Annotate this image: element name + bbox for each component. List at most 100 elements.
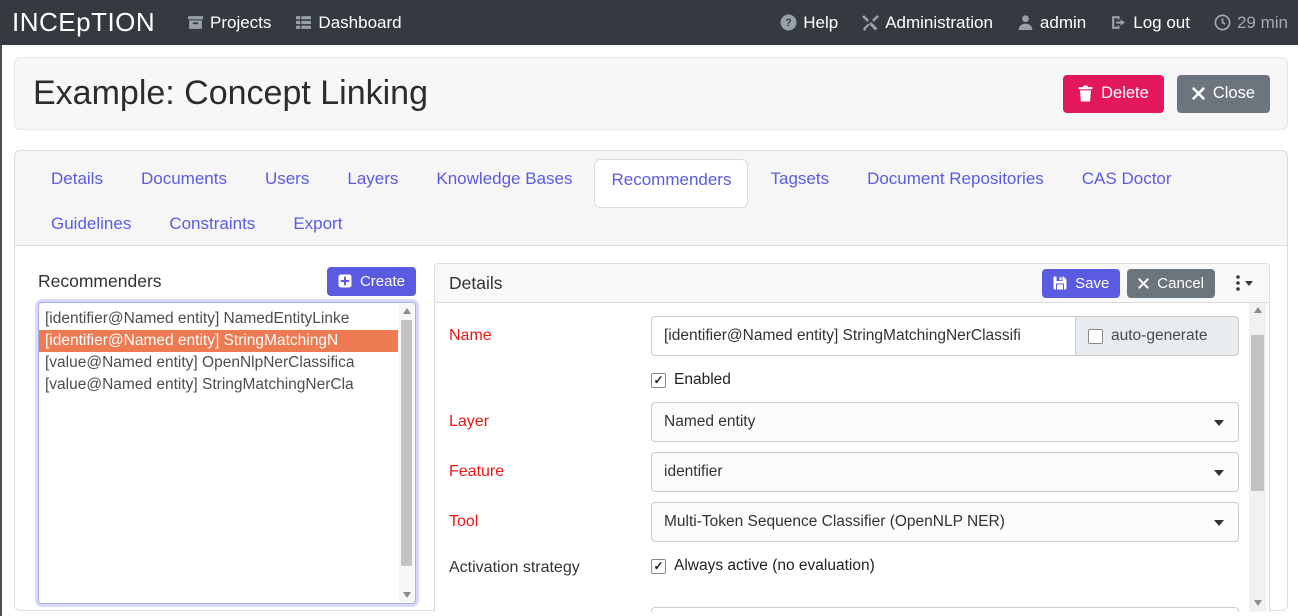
tab-layers[interactable]: Layers: [331, 159, 414, 199]
tab-cas-doctor[interactable]: CAS Doctor: [1066, 159, 1188, 199]
tab-constraints[interactable]: Constraints: [153, 204, 271, 244]
page-title: Example: Concept Linking: [33, 74, 428, 113]
scrollbar-thumb[interactable]: [401, 320, 412, 566]
scroll-down-arrow-icon[interactable]: [399, 588, 414, 602]
recommender-list-item[interactable]: [value@Named entity] StringMatchingNerCl…: [39, 374, 398, 396]
top-navbar: INCEpTION Projects Dashboard ? Help: [0, 0, 1298, 45]
scroll-up-arrow-icon[interactable]: [1249, 303, 1266, 317]
dropdown-caret-icon: [1214, 420, 1224, 426]
save-button[interactable]: Save: [1042, 269, 1120, 298]
layer-select-value: Named entity: [664, 413, 755, 431]
auto-generate-label: auto-generate: [1111, 327, 1208, 345]
close-icon: [1192, 87, 1205, 100]
tab-document-repositories[interactable]: Document Repositories: [851, 159, 1060, 199]
nav-projects[interactable]: Projects: [187, 13, 271, 33]
question-circle-icon: ?: [780, 14, 797, 31]
scrollbar-thumb[interactable]: [1251, 335, 1264, 491]
feature-select-value: identifier: [664, 463, 723, 481]
create-button-label: Create: [360, 273, 405, 290]
auto-generate-checkbox[interactable]: [1088, 329, 1103, 344]
activation-strategy-label: Activation strategy: [449, 557, 651, 577]
tab-knowledge-bases[interactable]: Knowledge Bases: [420, 159, 588, 199]
clock-icon: [1214, 14, 1231, 31]
nav-dashboard-label: Dashboard: [318, 13, 401, 33]
cancel-x-icon: [1138, 278, 1149, 289]
details-form: Name auto-generate ✓ Enabled: [435, 303, 1247, 612]
nav-dashboard[interactable]: Dashboard: [295, 13, 401, 33]
details-panel-header: Details Save Cancel: [435, 264, 1269, 303]
user-icon: [1017, 14, 1034, 31]
recommender-list-item-selected[interactable]: [identifier@Named entity] StringMatching…: [39, 330, 398, 352]
cancel-button-label: Cancel: [1157, 275, 1204, 292]
auto-generate-addon: auto-generate: [1076, 316, 1239, 356]
recommenders-list-scrollbar[interactable]: [399, 304, 414, 602]
close-button-label: Close: [1213, 84, 1255, 103]
nav-help-label: Help: [803, 13, 838, 33]
details-panel: Details Save Cancel: [434, 263, 1270, 612]
nav-administration[interactable]: Administration: [862, 13, 993, 33]
tool-select-value: Multi-Token Sequence Classifier (OpenNLP…: [664, 513, 1005, 531]
archive-icon: [187, 14, 204, 31]
dropdown-caret-icon: [1214, 470, 1224, 476]
chevron-down-icon: [1245, 281, 1253, 286]
name-field-label: Name: [449, 327, 651, 345]
feature-select[interactable]: identifier: [651, 452, 1239, 492]
feature-field-label: Feature: [449, 463, 651, 481]
trash-icon: [1078, 85, 1093, 102]
name-input[interactable]: [651, 316, 1076, 356]
create-button[interactable]: Create: [327, 267, 416, 296]
save-icon: [1053, 276, 1067, 290]
save-button-label: Save: [1075, 275, 1109, 292]
nav-logout[interactable]: Log out: [1110, 13, 1190, 33]
recommenders-panel-header: Recommenders Create: [38, 263, 416, 299]
recommender-list-item[interactable]: [identifier@Named entity] NamedEntityLin…: [39, 308, 398, 330]
inception-project-settings-page: INCEpTION Projects Dashboard ? Help: [0, 0, 1298, 616]
delete-button[interactable]: Delete: [1063, 75, 1164, 113]
recommender-list-item[interactable]: [value@Named entity] OpenNlpNerClassific…: [39, 352, 398, 374]
recommenders-panel-title: Recommenders: [38, 271, 162, 292]
recommenders-listbox[interactable]: [identifier@Named entity] NamedEntityLin…: [38, 302, 416, 604]
delete-button-label: Delete: [1101, 84, 1149, 103]
tab-recommenders[interactable]: Recommenders: [594, 159, 748, 208]
session-timer: 29 min: [1214, 13, 1288, 33]
project-title-card: Example: Concept Linking Delete Close: [14, 57, 1288, 130]
enabled-checkbox[interactable]: ✓: [651, 373, 666, 388]
partial-hidden-select[interactable]: [651, 607, 1239, 612]
tab-details[interactable]: Details: [35, 159, 119, 199]
layer-select[interactable]: Named entity: [651, 402, 1239, 442]
app-logo[interactable]: INCEpTION: [12, 7, 187, 38]
always-active-label: Always active (no evaluation): [674, 557, 875, 575]
layer-field-label: Layer: [449, 413, 651, 431]
tools-icon: [862, 14, 879, 31]
close-button[interactable]: Close: [1177, 75, 1270, 113]
more-options-menu[interactable]: [1230, 273, 1259, 293]
tab-documents[interactable]: Documents: [125, 159, 243, 199]
kebab-dots-icon: [1236, 275, 1240, 291]
scroll-up-arrow-icon[interactable]: [399, 304, 414, 318]
tab-users[interactable]: Users: [249, 159, 325, 199]
nav-help[interactable]: ? Help: [780, 13, 838, 33]
tab-tagsets[interactable]: Tagsets: [754, 159, 845, 199]
tab-strip: Details Documents Users Layers Knowledge…: [15, 151, 1287, 246]
nav-user[interactable]: admin: [1017, 13, 1086, 33]
nav-projects-label: Projects: [210, 13, 271, 33]
details-panel-title: Details: [449, 273, 503, 294]
tool-select[interactable]: Multi-Token Sequence Classifier (OpenNLP…: [651, 502, 1239, 542]
dropdown-caret-icon: [1214, 520, 1224, 526]
enabled-label: Enabled: [674, 371, 731, 389]
nav-logout-label: Log out: [1133, 13, 1190, 33]
session-timer-label: 29 min: [1237, 13, 1288, 33]
list-icon: [295, 14, 312, 31]
always-active-checkbox[interactable]: ✓: [651, 559, 666, 574]
svg-text:?: ?: [785, 17, 791, 29]
plus-square-icon: [338, 274, 352, 288]
details-scrollbar[interactable]: [1249, 303, 1266, 612]
nav-administration-label: Administration: [885, 13, 993, 33]
cancel-button[interactable]: Cancel: [1127, 269, 1215, 298]
tool-field-label: Tool: [449, 513, 651, 531]
tab-export[interactable]: Export: [277, 204, 358, 244]
logout-icon: [1110, 14, 1127, 31]
nav-user-label: admin: [1040, 13, 1086, 33]
tab-guidelines[interactable]: Guidelines: [35, 204, 147, 244]
scroll-down-arrow-icon[interactable]: [1249, 596, 1266, 610]
